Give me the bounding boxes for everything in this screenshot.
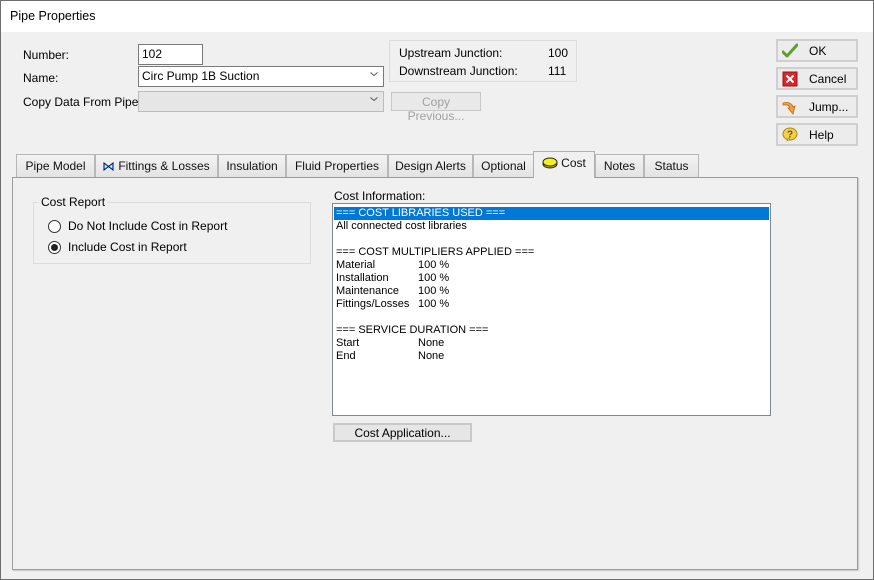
tab-label: Status [654,159,689,173]
help-button[interactable]: ? Help [776,123,858,146]
tab-label: Fluid Properties [294,159,380,173]
bowtie-valve-icon [103,161,114,172]
list-item-value: 100 % [418,285,450,297]
radio-button[interactable] [48,241,61,254]
tab-label: Insulation [226,159,278,173]
radio-button[interactable] [48,220,61,233]
tab-status[interactable]: Status [644,154,699,177]
help-label: Help [809,128,834,142]
list-item-text: End [336,350,356,362]
radio-label: Do Not Include Cost in Report [68,219,228,233]
list-item[interactable]: === SERVICE DURATION === [336,324,488,337]
checkmark-icon [782,43,798,58]
close-icon [782,71,798,87]
list-item[interactable]: Material 100 % [336,259,449,272]
ok-button[interactable]: OK [776,39,858,62]
list-item-value: 100 % [418,259,450,271]
svg-text:?: ? [787,130,793,141]
cost-report-group: Cost Report Do Not Include Cost in Repor… [33,195,311,264]
list-item-value: None [418,350,445,362]
list-item-value: None [418,337,445,349]
jump-button[interactable]: Jump... [776,95,858,118]
tab-label: Cost [561,156,586,170]
tab-pipe-model[interactable]: Pipe Model [16,154,95,177]
junction-info-box: Upstream Junction: 100 Downstream Juncti… [389,40,577,82]
downstream-junction-label: Downstream Junction: [399,64,518,78]
jump-label: Jump... [809,100,849,114]
list-item[interactable]: Fittings/Losses 100 % [336,298,449,311]
coin-icon [542,157,558,169]
list-item[interactable]: End None [336,350,444,363]
cancel-label: Cancel [809,72,847,86]
list-item-value: 100 % [418,298,450,310]
help-icon: ? [782,127,798,142]
list-item-text: === COST LIBRARIES USED === [336,207,506,219]
list-item[interactable]: All connected cost libraries [336,220,467,233]
upstream-junction-label: Upstream Junction: [399,46,503,60]
tab-notes[interactable]: Notes [595,154,644,177]
name-value: Circ Pump 1B Suction [142,69,260,83]
window-title: Pipe Properties [10,9,96,23]
upstream-junction-value: 100 [548,46,569,60]
name-combobox[interactable]: Circ Pump 1B Suction [138,66,384,87]
downstream-junction-value: 111 [548,64,567,78]
list-item-text: Start [336,337,360,349]
chevron-down-icon [370,97,378,102]
pipe-properties-dialog: Pipe Properties Number: 102 Name: Circ P… [0,0,874,580]
tab-insulation[interactable]: Insulation [218,154,286,177]
cost-report-legend: Cost Report [39,195,108,209]
list-item[interactable]: === COST MULTIPLIERS APPLIED === [336,246,534,259]
number-label: Number: [23,48,70,62]
jump-arrow-icon [782,102,796,115]
list-item-value: 100 % [418,272,450,284]
list-item-text: Fittings/Losses [336,298,410,310]
tab-label: Pipe Model [25,159,86,173]
list-item[interactable]: === COST LIBRARIES USED === [334,207,769,220]
copy-data-label: Copy Data From Pipe... [23,95,149,109]
cancel-button[interactable]: Cancel [776,67,858,90]
list-item[interactable]: Maintenance 100 % [336,285,449,298]
list-item-text: === SERVICE DURATION === [336,324,489,336]
tab-label: Notes [603,159,636,173]
ok-label: OK [809,44,827,58]
chevron-down-icon [370,72,378,77]
list-item-text: All connected cost libraries [336,220,467,232]
number-input[interactable]: 102 [138,44,203,65]
tab-design-alerts[interactable]: Design Alerts [388,154,473,177]
radio-selected-dot [51,244,58,251]
list-item-text: === COST MULTIPLIERS APPLIED === [336,246,535,258]
title-bar: Pipe Properties [1,1,873,32]
tab-label: Fittings & Losses [118,159,210,173]
tab-label: Design Alerts [395,159,466,173]
list-item-text: Material [336,259,376,271]
tab-cost[interactable]: Cost [533,151,595,178]
tab-fluid-properties[interactable]: Fluid Properties [286,154,388,177]
cost-information-listbox[interactable]: === COST LIBRARIES USED === All connecte… [332,203,771,416]
radio-label: Include Cost in Report [68,240,187,254]
copy-data-combobox[interactable] [138,91,384,112]
cost-information-label: Cost Information: [334,189,426,203]
list-item[interactable]: Installation 100 % [336,272,449,285]
list-item-text: Maintenance [336,285,399,297]
tab-label: Optional [481,159,526,173]
list-item[interactable]: Start None [336,337,444,350]
name-label: Name: [23,71,59,85]
list-item-text: Installation [336,272,389,284]
tab-optional[interactable]: Optional [473,154,534,177]
cost-application-button[interactable]: Cost Application... [333,423,472,442]
copy-previous-button[interactable]: Copy Previous... [391,92,481,123]
tab-fittings-losses[interactable]: Fittings & Losses [95,154,218,177]
